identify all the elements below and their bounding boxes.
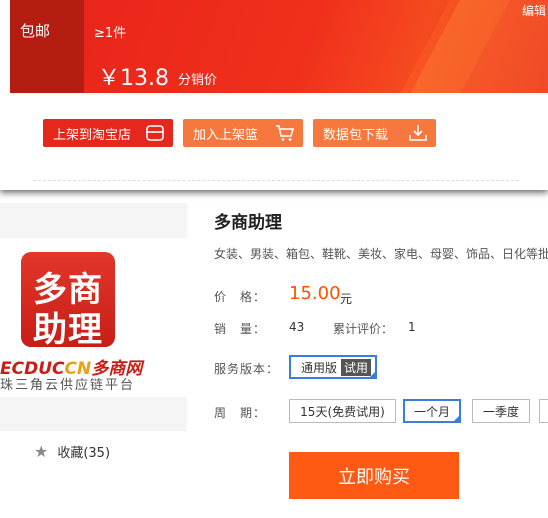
shipping-block: 包邮 [10, 0, 84, 93]
gallery-top-bar [0, 203, 187, 238]
min-quantity: ≥1件 [94, 26, 127, 41]
brand-slogan: 珠三角云供应链平台 [0, 378, 136, 393]
star-icon: ★ [34, 442, 49, 461]
add-to-shelf-button[interactable]: 加入上架篮 [183, 119, 303, 147]
price-note: 分销价 [178, 73, 218, 88]
gallery-bottom-bar [0, 397, 187, 431]
list-to-taobao-button[interactable]: 上架到淘宝店 [43, 119, 173, 147]
reviews-label: 累计评价： [333, 322, 394, 336]
period-option-quarter[interactable]: 一季度 [472, 399, 530, 423]
period-label: 周 期： [214, 406, 267, 420]
period-option-15days[interactable]: 15天(免费试用) [289, 399, 396, 423]
version-name: 通用版 [301, 360, 338, 375]
list-to-taobao-label: 上架到淘宝店 [53, 127, 132, 143]
trial-badge: 试用 [341, 358, 372, 376]
sales-count: 43 [289, 320, 305, 334]
distribution-price: ￥13.8 [98, 66, 169, 91]
price-label: 价 格： [214, 290, 267, 304]
add-to-shelf-label: 加入上架篮 [193, 127, 259, 143]
distribution-card: 包邮 ≥1件 ￥13.8 分销价 编辑 上架到淘宝店 加入上架篮 数据包下载 [0, 0, 548, 190]
product-title: 多商助理 [214, 213, 282, 233]
favorite-count: 收藏(35) [57, 446, 111, 461]
edit-link[interactable]: 编辑 [522, 2, 546, 19]
divider [33, 180, 519, 181]
reviews-count: 1 [408, 320, 416, 334]
product-page: 包邮 ≥1件 ￥13.8 分销价 编辑 上架到淘宝店 加入上架篮 数据包下载 多… [0, 0, 548, 518]
product-price: 15.00 [289, 283, 341, 304]
buy-now-button[interactable]: 立即购买 [289, 452, 459, 499]
download-icon [409, 125, 427, 141]
sales-label: 销 量： [214, 322, 267, 336]
product-description: 女装、男装、箱包、鞋靴、美妆、家电、母婴、饰品、日化等批 [214, 247, 548, 261]
download-package-label: 数据包下载 [323, 127, 389, 143]
cart-icon [276, 125, 295, 141]
version-option[interactable]: 通用版 试用 [289, 355, 377, 379]
shipping-label: 包邮 [20, 22, 51, 40]
period-option-month[interactable]: 一个月 [403, 399, 461, 423]
download-package-button[interactable]: 数据包下载 [313, 119, 436, 147]
price-unit: 元 [340, 292, 353, 306]
period-option-more[interactable] [539, 399, 548, 423]
version-label: 服务版本： [214, 362, 280, 376]
favorite-button[interactable]: ★ 收藏(35) [34, 442, 110, 461]
product-logo: 多商 助理 [21, 252, 115, 350]
price-banner: 包邮 ≥1件 ￥13.8 分销价 编辑 [10, 0, 548, 93]
logo-text-line2: 助理 [33, 310, 103, 350]
store-icon [146, 125, 164, 141]
